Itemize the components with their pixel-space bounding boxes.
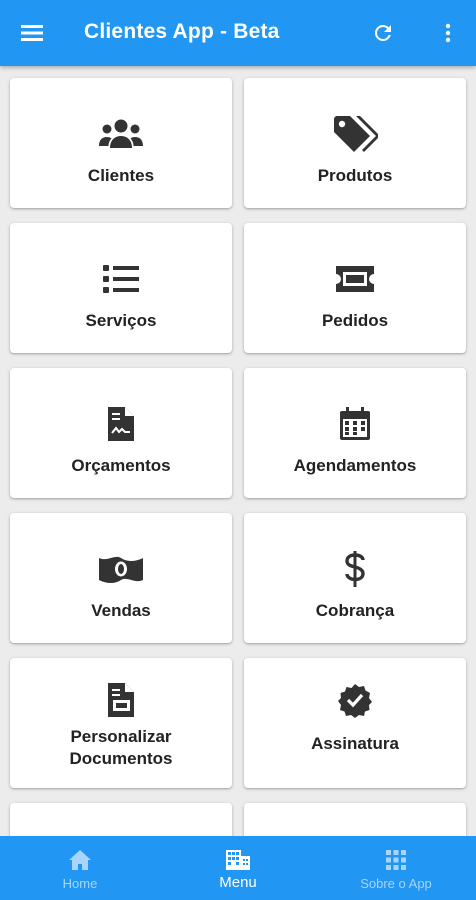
card-label: Orçamentos xyxy=(71,456,171,475)
card-label: Assinatura xyxy=(311,734,399,753)
card-cobranca[interactable]: Cobrança xyxy=(244,513,466,643)
card-label-line2: Documentos xyxy=(69,749,173,768)
ticket-icon xyxy=(244,257,466,301)
calendar-icon xyxy=(244,402,466,446)
list-icon xyxy=(10,257,232,301)
nav-label: Menu xyxy=(219,874,257,891)
card-agendamentos[interactable]: Agendamentos xyxy=(244,368,466,498)
building-grid-icon xyxy=(158,848,318,872)
document-icon xyxy=(10,678,232,722)
card-vendas[interactable]: Vendas xyxy=(10,513,232,643)
card-clientes[interactable]: Clientes xyxy=(10,78,232,208)
nav-home[interactable]: Home xyxy=(0,836,160,900)
apps-grid-icon xyxy=(316,848,476,872)
refresh-icon[interactable] xyxy=(364,14,402,52)
card-label-line1: Personalizar xyxy=(70,727,172,746)
card-label: Vendas xyxy=(91,601,151,620)
bottom-navigation: Home Menu Sobre o App xyxy=(0,836,476,900)
nav-menu[interactable]: Menu xyxy=(158,836,318,900)
card-partial[interactable] xyxy=(10,803,232,836)
users-icon xyxy=(10,112,232,156)
nav-sobre-o-app[interactable]: Sobre o App xyxy=(316,836,476,900)
nav-label: Home xyxy=(62,876,98,891)
card-label: Produtos xyxy=(317,166,393,185)
card-label: Clientes xyxy=(87,166,155,185)
card-partial[interactable] xyxy=(244,803,466,836)
card-pedidos[interactable]: Pedidos xyxy=(244,223,466,353)
tags-icon xyxy=(244,112,466,156)
app-title: Clientes App - Beta xyxy=(84,20,280,43)
card-servicos[interactable]: Serviços xyxy=(10,223,232,353)
more-vertical-icon[interactable] xyxy=(434,14,462,52)
card-assinatura[interactable]: Assinatura xyxy=(244,658,466,788)
app-bar: Clientes App - Beta xyxy=(0,0,476,66)
invoice-file-icon xyxy=(10,402,232,446)
menu-grid: Clientes Produtos Serviços Pedidos Orçam… xyxy=(0,66,476,836)
card-label: Cobrança xyxy=(315,601,395,620)
card-personalizar-documentos[interactable]: Personalizar Documentos xyxy=(10,658,232,788)
certificate-check-icon xyxy=(244,678,466,722)
card-label: Serviços xyxy=(85,311,157,330)
nav-label: Sobre o App xyxy=(360,876,432,891)
card-label: Pedidos xyxy=(321,311,389,330)
card-label: Agendamentos xyxy=(293,456,417,475)
card-label: Personalizar Documentos xyxy=(10,726,232,770)
card-produtos[interactable]: Produtos xyxy=(244,78,466,208)
home-icon xyxy=(0,848,160,872)
dollar-sign-icon xyxy=(244,547,466,591)
card-orcamentos[interactable]: Orçamentos xyxy=(10,368,232,498)
hamburger-menu-icon[interactable] xyxy=(12,13,52,53)
money-bill-icon xyxy=(10,547,232,591)
